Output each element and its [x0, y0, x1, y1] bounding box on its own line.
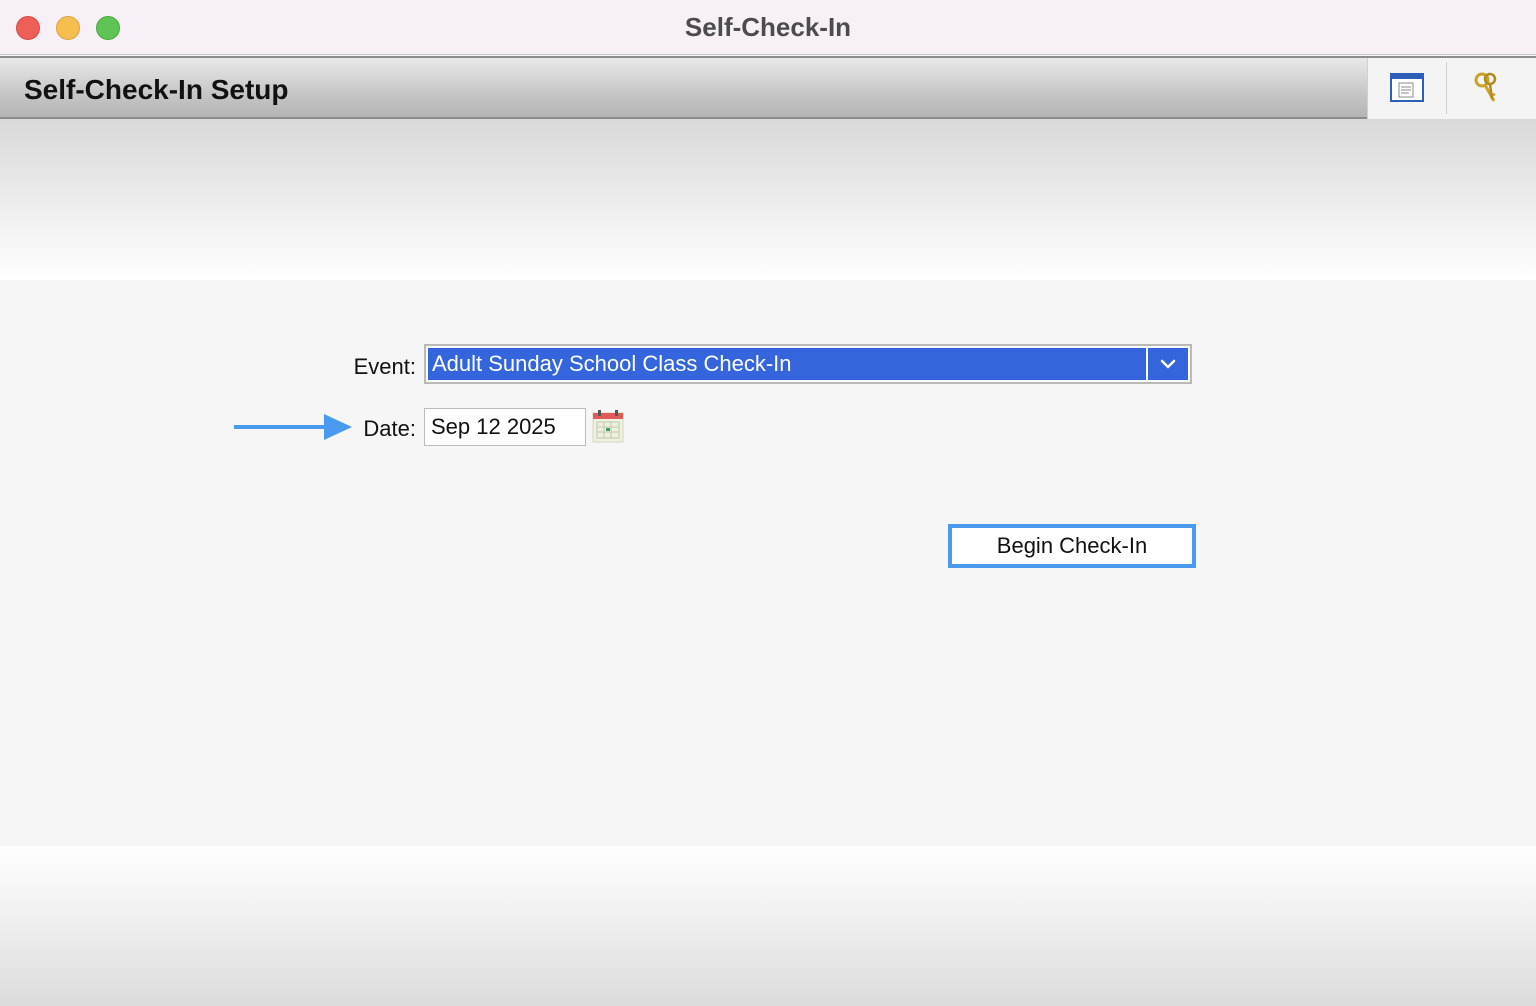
top-gradient-band [0, 119, 1536, 280]
chevron-down-icon [1160, 359, 1176, 369]
calendar-button[interactable] [592, 409, 624, 443]
keys-icon [1474, 72, 1497, 102]
title-bar: Self-Check-In [0, 0, 1536, 55]
date-label: Date: [363, 416, 416, 441]
event-select-value: Adult Sunday School Class Check-In [428, 348, 1146, 380]
bottom-gradient-band [0, 846, 1536, 1006]
header-toolbar [1367, 58, 1536, 119]
page-title: Self-Check-In Setup [24, 74, 289, 105]
report-button[interactable] [1368, 62, 1447, 114]
begin-check-in-button[interactable]: Begin Check-In [948, 524, 1196, 568]
event-dropdown-button[interactable] [1148, 348, 1188, 380]
report-icon [1390, 73, 1424, 102]
event-label: Event: [353, 354, 416, 379]
event-select[interactable]: Adult Sunday School Class Check-In [424, 344, 1192, 384]
keys-button[interactable] [1448, 62, 1526, 114]
header-bar: Self-Check-In Setup [0, 56, 1536, 119]
calendar-icon [592, 410, 624, 443]
date-input[interactable] [424, 408, 586, 446]
window-title: Self-Check-In [684, 12, 852, 42]
app-window: Self-Check-In Self-Check-In Setup Event:… [0, 0, 1536, 1006]
